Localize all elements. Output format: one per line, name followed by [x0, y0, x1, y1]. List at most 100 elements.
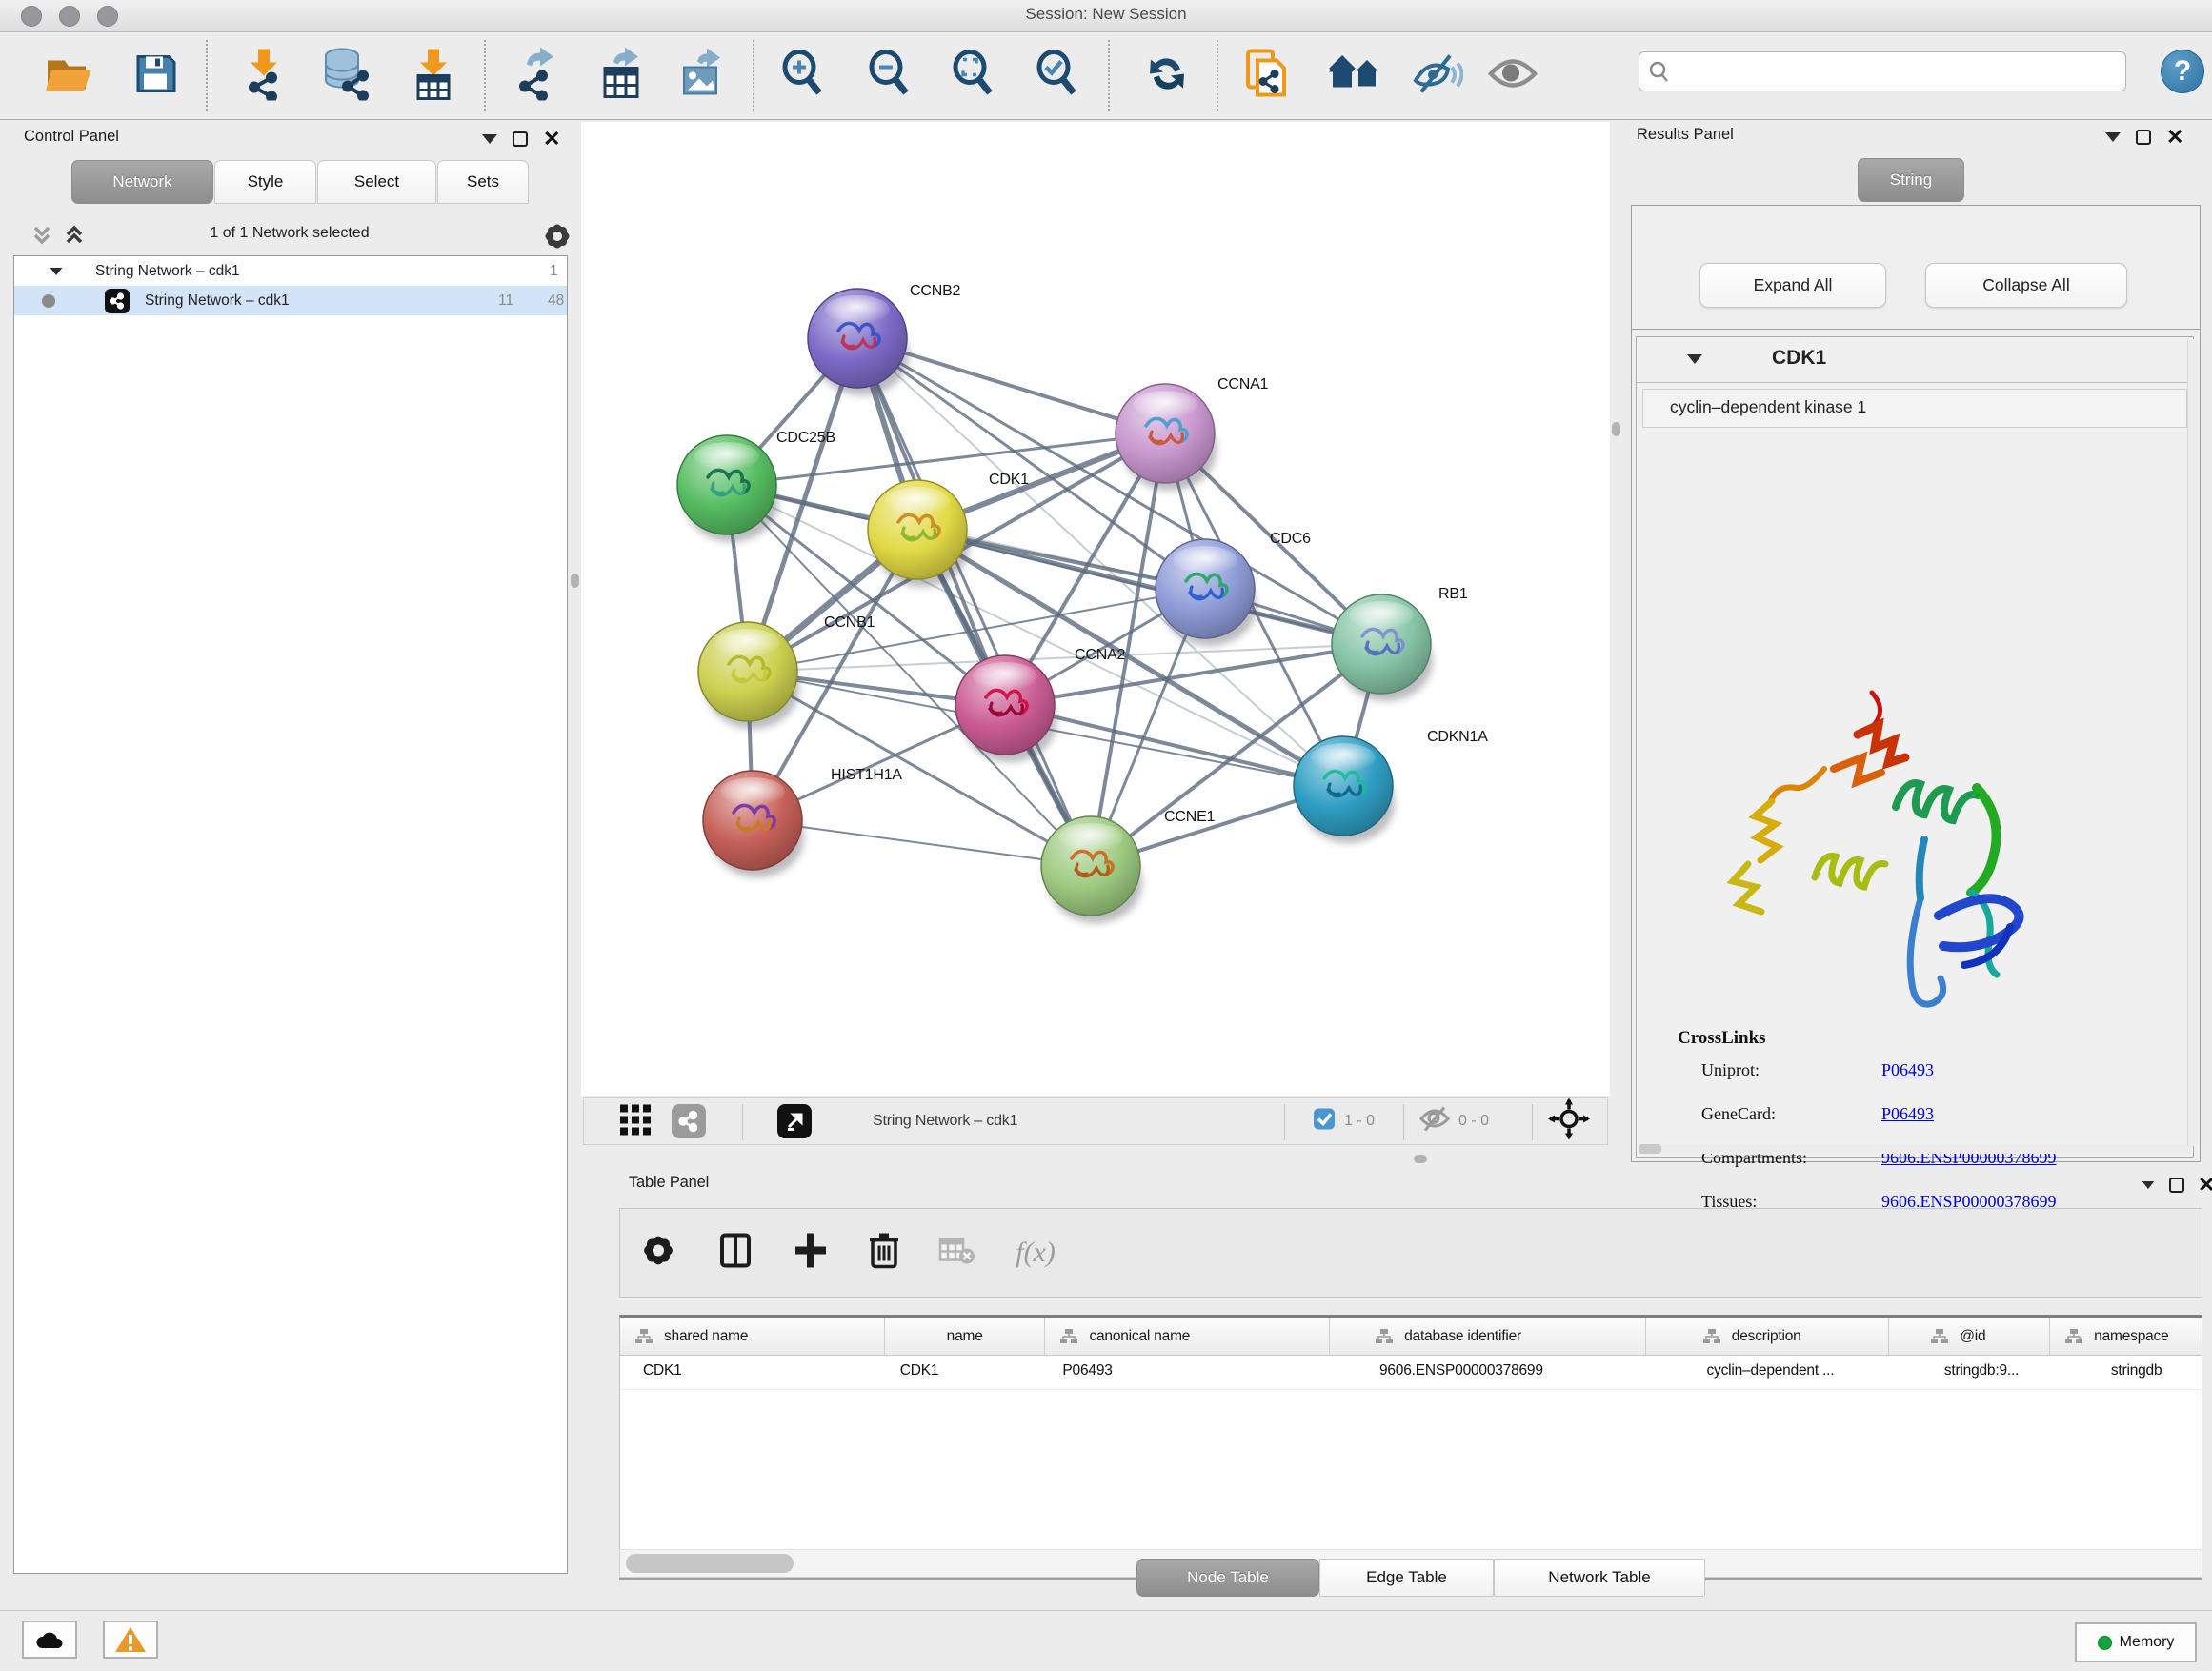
close-panel-icon[interactable]: ✕: [543, 131, 560, 147]
refresh-view-icon[interactable]: [1144, 50, 1190, 101]
memory-label: Memory: [2120, 1634, 2175, 1651]
splitter-handle[interactable]: [571, 574, 579, 588]
svg-text:CCNB2: CCNB2: [910, 283, 961, 299]
delete-column-icon[interactable]: [868, 1231, 900, 1276]
protein-node-RB1: RB1: [1332, 586, 1468, 701]
show-columns-icon[interactable]: [718, 1232, 753, 1275]
toolbar-separator: [484, 40, 486, 111]
table-header-row[interactable]: shared name name canonical name database…: [620, 1318, 2202, 1356]
node-table[interactable]: shared name name canonical name database…: [619, 1315, 2202, 1549]
network-canvas[interactable]: CCNB2CCNA1CDC25BCDK1CDC6RB1CCNB1CCNA2CDK…: [581, 122, 1610, 1096]
table-gear-icon[interactable]: [640, 1233, 676, 1274]
selected-checkbox-icon[interactable]: [1313, 1108, 1336, 1136]
crosslinks-heading: CrossLinks: [1678, 1028, 2193, 1049]
panel-menu-icon[interactable]: [2142, 1181, 2155, 1189]
zoom-fit-content-icon[interactable]: [950, 49, 997, 103]
tab-network-table[interactable]: Network Table: [1494, 1559, 1705, 1597]
collection-expand-icon[interactable]: [50, 268, 63, 275]
export-network-icon[interactable]: [513, 47, 563, 105]
column-header: description: [1732, 1328, 1801, 1345]
float-panel-icon[interactable]: [2169, 1178, 2184, 1193]
crosslink-row: GeneCard: P06493: [1637, 1093, 2193, 1137]
hidden-eye-icon: [1418, 1105, 1451, 1138]
search-input[interactable]: [1678, 63, 2097, 80]
network-collection-row[interactable]: String Network – cdk1 1: [14, 256, 567, 286]
function-builder-icon: f(x): [1016, 1237, 1056, 1269]
tab-style[interactable]: Style: [214, 160, 316, 204]
duplicate-network-view-icon[interactable]: [1242, 47, 1292, 105]
options-gear-icon[interactable]: [542, 221, 573, 252]
cloud-icon: [33, 1628, 66, 1651]
show-grid-icon[interactable]: [618, 1101, 654, 1142]
export-image-icon[interactable]: [678, 48, 728, 104]
cell-name: CDK1: [885, 1356, 1046, 1389]
zoom-out-icon[interactable]: [866, 49, 914, 103]
collapse-section-icon[interactable]: [1687, 354, 1702, 364]
protein-node-CCNA2: CCNA2: [955, 647, 1126, 762]
warnings-button[interactable]: [103, 1621, 158, 1659]
collapse-all-button[interactable]: Collapse All: [1925, 263, 2127, 308]
network-view-icon[interactable]: [672, 1104, 706, 1138]
protein-name: CDK1: [1772, 347, 1826, 370]
panel-menu-icon[interactable]: [482, 134, 497, 144]
cell-description: cyclin–dependent ...: [1646, 1356, 1889, 1389]
birds-eye-view-icon[interactable]: [1548, 1098, 1590, 1145]
tab-select[interactable]: Select: [317, 160, 436, 204]
results-panel: Results Panel ✕ String Expand All Collap…: [1619, 122, 2204, 1164]
cell-canonical-name: P06493: [1045, 1356, 1330, 1389]
export-table-icon[interactable]: [598, 47, 646, 105]
save-session-icon[interactable]: [132, 50, 178, 101]
crosslink-row: Uniprot: P06493: [1637, 1049, 2193, 1093]
cloud-button[interactable]: [22, 1621, 77, 1659]
crosslink-link[interactable]: P06493: [1881, 1060, 1934, 1080]
search-field[interactable]: [1639, 51, 2126, 91]
toolbar-separator: [1217, 40, 1218, 111]
network-node-count: 11: [498, 292, 513, 310]
svg-text:CCNA1: CCNA1: [1217, 376, 1269, 393]
tab-edge-table[interactable]: Edge Table: [1319, 1559, 1494, 1597]
zoom-selected-icon[interactable]: [1034, 49, 1081, 103]
home-icon[interactable]: [1327, 52, 1384, 99]
splitter-handle[interactable]: [1414, 1155, 1427, 1163]
network-edge-count: 48: [548, 292, 564, 310]
import-network-from-database-icon[interactable]: [319, 47, 372, 105]
open-session-icon[interactable]: [42, 50, 97, 101]
highlight-eye-icon: [1488, 54, 1538, 97]
table-panel: Table Panel ✕ f(x) shared name: [614, 1170, 2205, 1601]
close-panel-icon[interactable]: ✕: [2198, 1178, 2212, 1193]
show-hide-graphics-details-icon[interactable]: [1412, 51, 1463, 100]
collection-count: 1: [550, 263, 558, 280]
toolbar-separator: [1108, 40, 1110, 111]
import-network-from-file-icon[interactable]: [240, 47, 288, 105]
panel-menu-icon[interactable]: [2105, 132, 2121, 142]
float-panel-icon[interactable]: [2136, 130, 2151, 145]
column-tree-icon: [1060, 1329, 1077, 1344]
help-icon[interactable]: ?: [2161, 50, 2204, 93]
zoom-in-icon[interactable]: [779, 49, 827, 103]
tab-string[interactable]: String: [1858, 158, 1964, 202]
vertical-scrollbar[interactable]: [2187, 339, 2198, 1146]
import-table-from-file-icon[interactable]: [411, 47, 456, 105]
memory-button[interactable]: Memory: [2075, 1622, 2197, 1662]
tab-node-table[interactable]: Node Table: [1136, 1559, 1319, 1597]
protein-description: cyclin–dependent kinase 1: [1642, 389, 2187, 428]
tab-sets[interactable]: Sets: [437, 160, 529, 204]
crosslink-link[interactable]: P06493: [1881, 1104, 1934, 1124]
control-panel: Control Panel ✕ Network Style Select Set…: [6, 124, 573, 1581]
float-panel-icon[interactable]: [513, 131, 528, 147]
network-row[interactable]: String Network – cdk1 11 48: [14, 286, 567, 315]
network-selected-status: 1 of 1 Network selected: [6, 225, 573, 242]
protein-node-CCNE1: CCNE1: [1041, 809, 1216, 923]
table-row[interactable]: CDK1 CDK1 P06493 9606.ENSP00000378699 cy…: [620, 1356, 2202, 1390]
expand-all-button[interactable]: Expand All: [1699, 263, 1886, 308]
detach-view-icon[interactable]: [777, 1104, 812, 1138]
string-network-graph[interactable]: CCNB2CCNA1CDC25BCDK1CDC6RB1CCNB1CCNA2CDK…: [581, 122, 1610, 1096]
network-list: String Network – cdk1 1 String Network –…: [13, 255, 568, 1574]
horizontal-scrollbar[interactable]: [1639, 1144, 2191, 1154]
splitter-handle[interactable]: [1612, 422, 1620, 436]
add-column-icon[interactable]: [794, 1232, 828, 1275]
tab-network[interactable]: Network: [71, 160, 213, 204]
protein-node-HIST1H1A: HIST1H1A: [703, 767, 902, 877]
protein-detail-card: CDK1 cyclin–dependent kinase 1: [1636, 336, 2194, 1158]
close-panel-icon[interactable]: ✕: [2166, 130, 2183, 145]
